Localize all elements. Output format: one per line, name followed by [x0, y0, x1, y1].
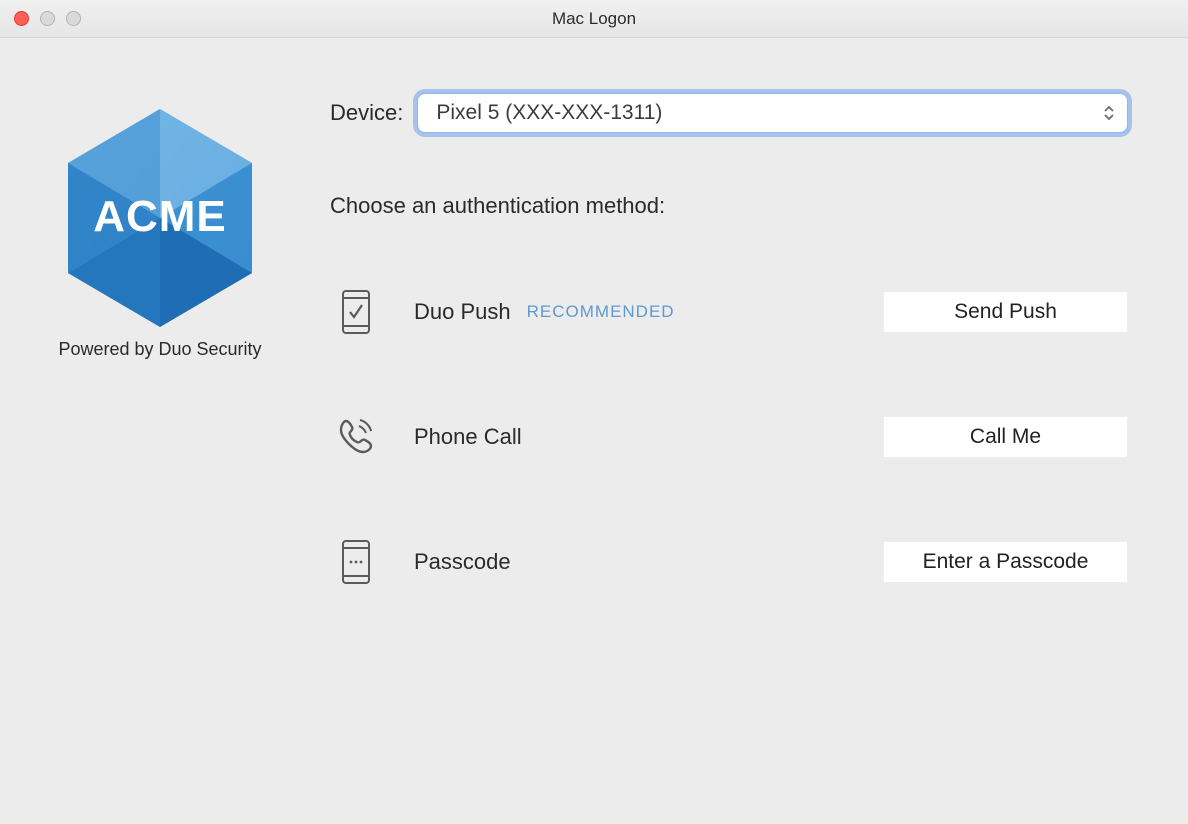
brand-tagline: Powered by Duo Security — [58, 339, 261, 360]
titlebar: Mac Logon — [0, 0, 1188, 38]
device-row: Device: Pixel 5 (XXX-XXX-1311) — [330, 93, 1128, 133]
select-arrows-icon — [1101, 101, 1117, 125]
content: ACME Powered by Duo Security Device: Pix… — [0, 38, 1188, 824]
method-row-passcode: Passcode Enter a Passcode — [330, 539, 1128, 585]
method-row-push: Duo Push RECOMMENDED Send Push — [330, 289, 1128, 335]
device-selected-value: Pixel 5 (XXX-XXX-1311) — [436, 101, 662, 125]
send-push-button[interactable]: Send Push — [883, 291, 1128, 333]
main-column: Device: Pixel 5 (XXX-XXX-1311) Choose an… — [290, 93, 1128, 824]
svg-text:ACME: ACME — [93, 192, 227, 241]
passcode-phone-icon — [330, 539, 382, 585]
method-call-label: Phone Call — [414, 424, 522, 450]
method-push-label: Duo Push — [414, 299, 511, 325]
window-title: Mac Logon — [0, 9, 1188, 29]
logo-wrap: ACME Powered by Duo Security — [58, 103, 261, 360]
acme-logo-icon: ACME — [60, 103, 260, 333]
enter-passcode-button[interactable]: Enter a Passcode — [883, 541, 1128, 583]
phone-call-icon — [330, 415, 382, 459]
instruction-text: Choose an authentication method: — [330, 193, 1128, 219]
device-select[interactable]: Pixel 5 (XXX-XXX-1311) — [417, 93, 1128, 133]
method-passcode-label: Passcode — [414, 549, 511, 575]
brand-column: ACME Powered by Duo Security — [30, 93, 290, 824]
push-phone-icon — [330, 289, 382, 335]
device-label: Device: — [330, 100, 403, 126]
call-me-button[interactable]: Call Me — [883, 416, 1128, 458]
method-row-call: Phone Call Call Me — [330, 415, 1128, 459]
recommended-badge: RECOMMENDED — [527, 302, 675, 322]
